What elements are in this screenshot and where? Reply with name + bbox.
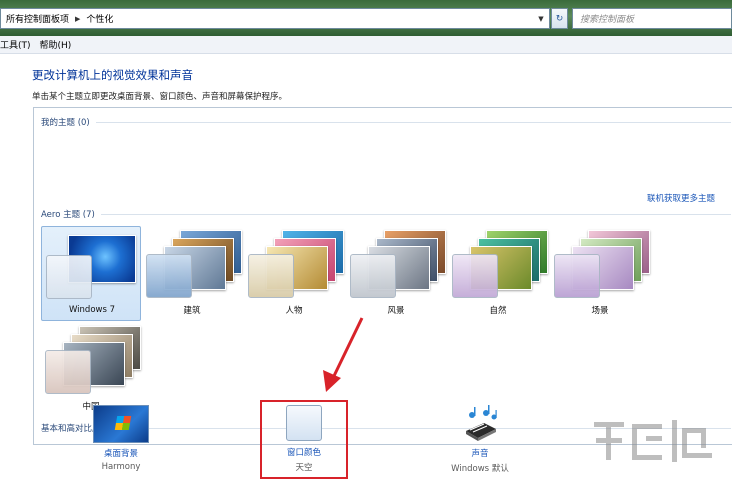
- watermark-logo-icon: [594, 420, 712, 462]
